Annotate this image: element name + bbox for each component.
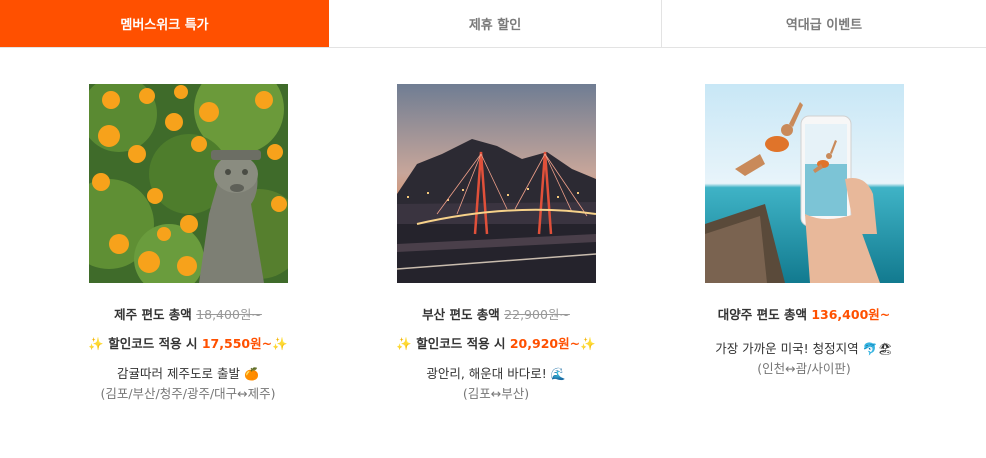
deal-card-oceania[interactable]: 대양주 편도 총액 136,400원~ 가장 가까운 미국! 청정지역 🐬🏖 (…	[669, 84, 939, 378]
sparkle-icon: ✨	[272, 336, 288, 351]
tab-events[interactable]: 역대급 이벤트	[662, 0, 986, 47]
route-label: 부산 편도 총액	[422, 307, 500, 322]
promo-label: 할인코드 적용 시	[108, 336, 198, 351]
dolphin-beach-icon: 🐬🏖	[862, 342, 893, 356]
ocean-jump-photo-icon	[704, 84, 904, 283]
promo-line: ✨ 할인코드 적용 시 20,920원~✨	[361, 335, 631, 353]
ocean-jump-image[interactable]	[704, 84, 904, 283]
route-list: (김포/부산/청주/광주/대구↔제주)	[100, 386, 276, 401]
description-text: 광안리, 해운대 바다로!	[426, 366, 547, 381]
deal-price: 136,400원~	[811, 307, 891, 322]
busan-bridge-photo-icon	[396, 84, 596, 283]
busan-bridge-image[interactable]	[396, 84, 596, 283]
deal-description: 광안리, 해운대 바다로! 🌊	[361, 365, 631, 383]
route-list: (인천↔괌/사이판)	[757, 361, 851, 376]
deal-description: 가장 가까운 미국! 청정지역 🐬🏖	[669, 340, 939, 358]
deal-cards: 제주 편도 총액 18,400원~ ✨ 할인코드 적용 시 17,550원~✨ …	[0, 48, 986, 458]
sparkle-icon: ✨	[88, 336, 104, 351]
sparkle-icon: ✨	[580, 336, 596, 351]
route-list: (김포↔부산)	[462, 386, 530, 401]
deal-price-line: 대양주 편도 총액 136,400원~	[669, 306, 939, 324]
promo-price: 17,550원~	[201, 336, 273, 351]
tangerine-icon: 🍊	[243, 367, 259, 381]
deal-description: 감귤따러 제주도로 출발 🍊	[53, 365, 323, 383]
original-price: 22,900원~	[504, 307, 570, 322]
jeju-tangerine-photo-icon	[88, 84, 288, 283]
original-price: 18,400원~	[196, 307, 262, 322]
jeju-tangerine-image[interactable]	[88, 84, 288, 283]
deal-price-line: 제주 편도 총액 18,400원~	[53, 306, 323, 324]
promo-label: 할인코드 적용 시	[416, 336, 506, 351]
sparkle-icon: ✨	[396, 336, 412, 351]
promo-price: 20,920원~	[509, 336, 581, 351]
route-label: 제주 편도 총액	[114, 307, 192, 322]
tab-partner-discount[interactable]: 제휴 할인	[329, 0, 662, 47]
deal-price-line: 부산 편도 총액 22,900원~	[361, 306, 631, 324]
tab-bar: 멤버스위크 특가 제휴 할인 역대급 이벤트	[0, 0, 986, 48]
tab-members-week[interactable]: 멤버스위크 특가	[0, 0, 329, 47]
wave-icon: 🌊	[550, 367, 566, 381]
deal-card-jeju[interactable]: 제주 편도 총액 18,400원~ ✨ 할인코드 적용 시 17,550원~✨ …	[53, 84, 323, 403]
deal-card-busan[interactable]: 부산 편도 총액 22,900원~ ✨ 할인코드 적용 시 20,920원~✨ …	[361, 84, 631, 403]
description-text: 가장 가까운 미국! 청정지역	[715, 341, 859, 356]
route-label: 대양주 편도 총액	[717, 307, 807, 322]
promo-line: ✨ 할인코드 적용 시 17,550원~✨	[53, 335, 323, 353]
description-text: 감귤따러 제주도로 출발	[117, 366, 240, 381]
